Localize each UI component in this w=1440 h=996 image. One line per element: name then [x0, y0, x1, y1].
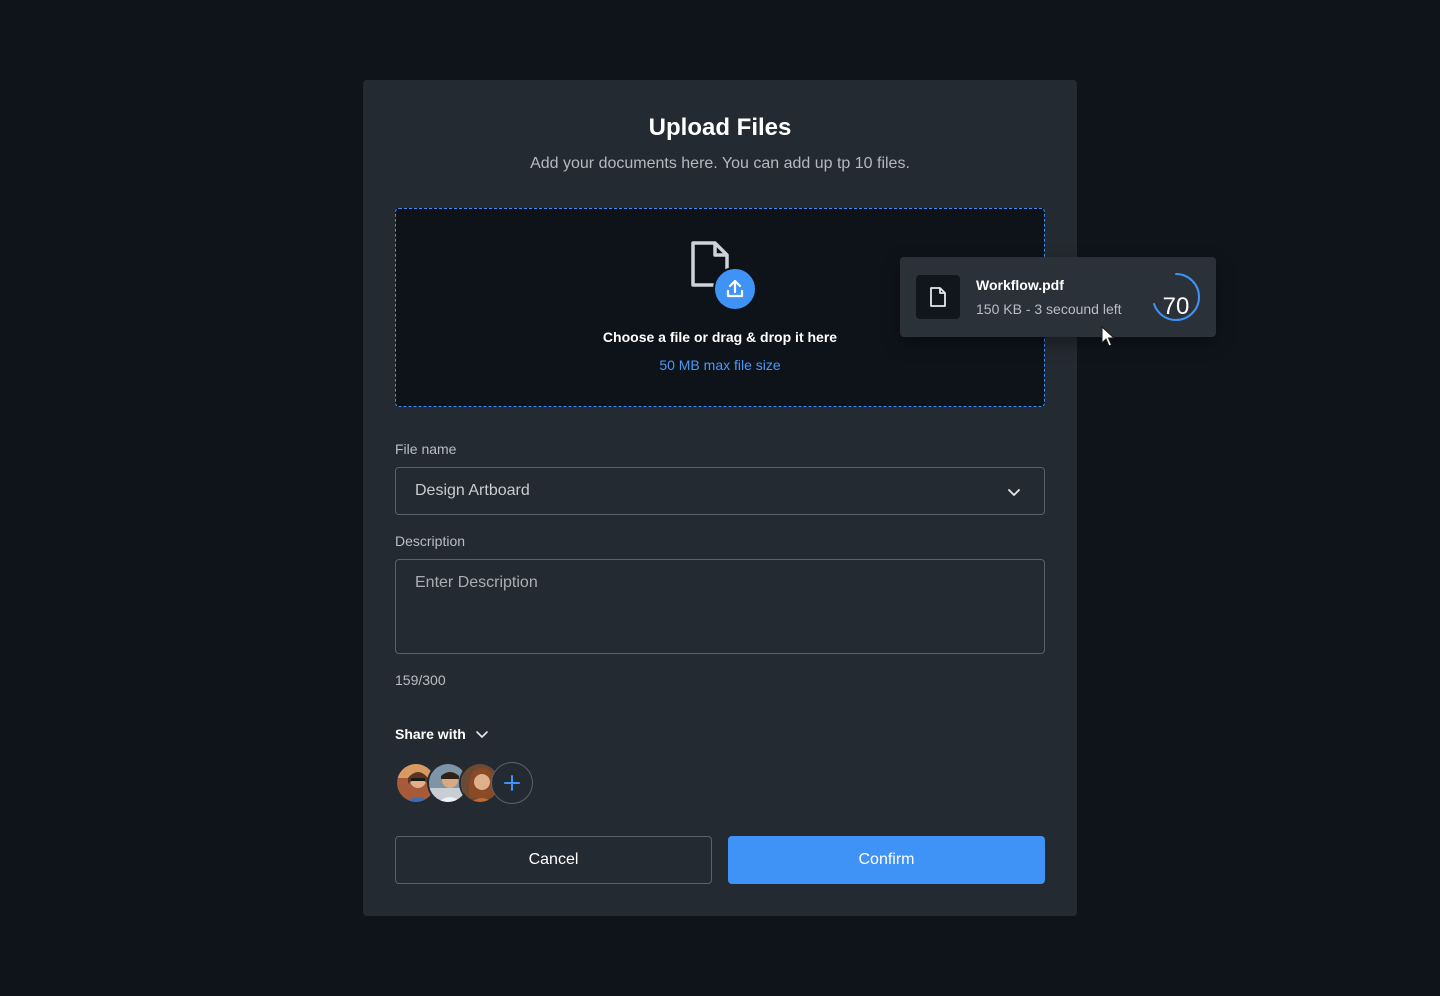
chevron-down-icon — [1008, 489, 1020, 496]
shared-users — [395, 762, 535, 804]
file-name-value: Design Artboard — [415, 482, 530, 499]
plus-icon — [504, 775, 520, 791]
file-name-label: File name — [395, 441, 457, 457]
file-upload-icon — [691, 241, 757, 311]
mouse-cursor-icon — [1101, 326, 1116, 347]
share-with-label: Share with — [395, 726, 466, 742]
share-with-toggle[interactable]: Share with — [395, 726, 489, 742]
progress-value: 70 — [1162, 293, 1190, 320]
modal-title: Upload Files — [648, 114, 792, 141]
modal-subtitle: Add your documents here. You can add up … — [530, 155, 910, 172]
uploading-file-name: Workflow.pdf — [976, 277, 1064, 293]
chevron-down-icon — [475, 731, 488, 738]
add-user-button[interactable] — [491, 762, 533, 804]
uploading-file-meta: 150 KB - 3 secound left — [976, 301, 1122, 317]
cancel-button[interactable]: Cancel — [395, 836, 712, 884]
upload-modal: Upload Files Add your documents here. Yo… — [363, 80, 1077, 916]
confirm-button[interactable]: Confirm — [728, 836, 1045, 884]
file-name-select[interactable]: Design Artboard — [395, 467, 1045, 515]
upload-progress-card: Workflow.pdf 150 KB - 3 secound left 70 — [900, 257, 1216, 337]
description-label: Description — [395, 533, 466, 549]
description-field[interactable] — [395, 559, 1045, 654]
character-counter: 159/300 — [395, 672, 446, 688]
file-icon — [916, 275, 960, 319]
dropzone-hint: 50 MB max file size — [659, 357, 781, 373]
